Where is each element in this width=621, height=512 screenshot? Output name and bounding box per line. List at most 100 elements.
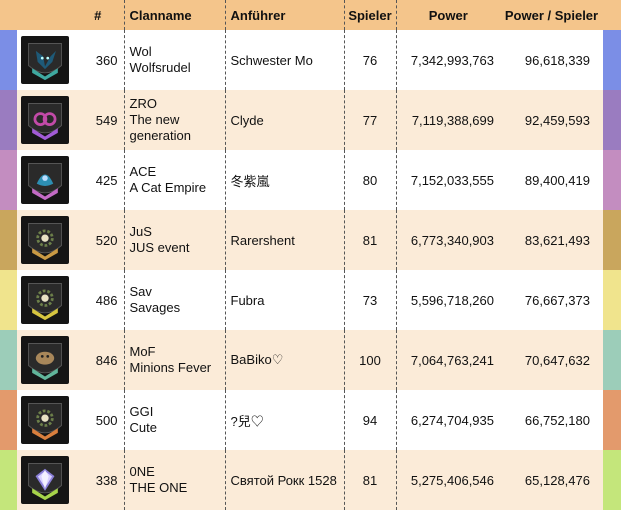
clan-emblem-cell — [17, 90, 72, 150]
header-rank[interactable]: # — [72, 0, 124, 30]
clan-leader: BaBiko♡ — [224, 330, 344, 390]
cat-emblem — [20, 156, 69, 204]
table-row[interactable]: 425 ACE A Cat Empire 冬紫嵐 80 7,152,033,555 89,4… — [0, 150, 621, 210]
row-color-stripe-right — [603, 150, 621, 210]
clan-players: 94 — [343, 390, 396, 450]
row-color-stripe-left — [0, 30, 17, 90]
row-color-stripe-left — [0, 90, 17, 150]
clan-tag: MoF — [129, 344, 156, 359]
clan-tag: ACE — [129, 164, 157, 179]
clan-leader: Святой Рокк 1528 — [224, 450, 344, 510]
clan-name-cell: Wol Wolfsrudel — [123, 30, 225, 90]
clan-leader: Rarershent — [224, 210, 344, 270]
row-color-stripe-left — [0, 270, 17, 330]
clan-name: Savages — [129, 300, 181, 315]
clan-emblem-cell — [17, 270, 72, 330]
table-row[interactable]: 520 JuS JUS event Rarershent 81 6,773,340,903… — [0, 210, 621, 270]
clan-emblem-cell — [17, 30, 72, 90]
clan-tag: JuS — [129, 224, 152, 239]
clan-power: 7,064,763,241 — [395, 330, 500, 390]
clan-name-cell: Sav Savages — [123, 270, 225, 330]
clan-name: Cute — [129, 420, 157, 435]
clan-name: The new generation — [129, 112, 191, 143]
row-color-stripe-right — [603, 330, 621, 390]
header-players[interactable]: Spieler — [343, 0, 396, 30]
gear-emblem — [20, 276, 69, 324]
clan-tag: ZRO — [129, 96, 157, 111]
clan-power: 7,342,993,763 — [395, 30, 500, 90]
clan-name: JUS event — [129, 240, 190, 255]
header-emblem — [17, 0, 72, 30]
header-power[interactable]: Power — [395, 0, 500, 30]
row-color-stripe-right — [603, 450, 621, 510]
clan-tag: GGI — [129, 404, 154, 419]
row-color-stripe-right — [603, 270, 621, 330]
clan-power-per-player: 66,752,180 — [524, 412, 590, 428]
clan-players: 73 — [343, 270, 396, 330]
row-color-stripe-right — [603, 90, 621, 150]
clan-id: 549 — [72, 90, 124, 150]
clan-name: A Cat Empire — [129, 180, 207, 195]
row-color-stripe-right — [603, 210, 621, 270]
clan-name-cell: GGI Cute — [123, 390, 225, 450]
clan-id: 360 — [95, 52, 118, 68]
clan-id: 338 — [72, 450, 124, 510]
table-row[interactable]: 360 Wol Wolfsrudel Schwester Mo 76 7,342,993,… — [0, 30, 621, 90]
clan-leader: Fubra — [224, 270, 344, 330]
clan-players: 76 — [343, 30, 396, 90]
clan-power: 7,119,388,699 — [395, 90, 500, 150]
clan-name: Wolfsrudel — [129, 60, 191, 75]
row-color-stripe-left — [0, 210, 17, 270]
gear-emblem — [20, 396, 69, 444]
clan-id: 500 — [95, 412, 118, 428]
clan-name: THE ONE — [129, 480, 188, 495]
clan-power: 5,275,406,546 — [395, 450, 500, 510]
table-row[interactable]: 500 GGI Cute ?兒♡ 94 6,274,704,935 66,752,180 — [0, 390, 621, 450]
clan-id: 846 — [72, 330, 124, 390]
clan-emblem-cell — [17, 450, 72, 510]
clan-players: 81 — [343, 210, 396, 270]
clan-players: 77 — [343, 90, 396, 150]
row-color-stripe-right — [603, 390, 621, 450]
clan-leader: Clyde — [224, 90, 344, 150]
header-power-per-player[interactable]: Power / Spieler — [500, 0, 603, 30]
row-color-stripe-left — [0, 450, 17, 510]
clan-name-cell: ZRO The new generation — [123, 90, 225, 150]
clan-emblem-cell — [17, 210, 72, 270]
clan-name-cell: MoF Minions Fever — [123, 330, 225, 390]
table-row[interactable]: 338 0NE THE ONE Святой Рокк 1528 81 5,275,406… — [0, 450, 621, 510]
clan-id: 486 — [95, 292, 118, 308]
clan-tag: 0NE — [129, 464, 155, 479]
clan-power: 5,596,718,260 — [395, 270, 500, 330]
clan-power-per-player: 92,459,593 — [500, 90, 603, 150]
clan-name-cell: 0NE THE ONE — [123, 450, 225, 510]
clan-power-per-player: 83,621,493 — [500, 210, 603, 270]
clan-tag: Sav — [129, 284, 152, 299]
header-leader[interactable]: Anführer — [224, 0, 344, 30]
table-row[interactable]: 846 MoF Minions Fever BaBiko♡ 100 7,064,763,2… — [0, 330, 621, 390]
clan-power-per-player: 96,618,339 — [524, 52, 590, 68]
beast-emblem — [20, 336, 69, 384]
clan-power-per-player: 70,647,632 — [500, 330, 603, 390]
clan-power-per-player: 89,400,419 — [524, 172, 590, 188]
clan-players: 80 — [343, 150, 396, 210]
clan-power: 6,773,340,903 — [395, 210, 500, 270]
gear-emblem — [20, 216, 69, 264]
header-stripe-right — [603, 0, 621, 30]
header-clanname[interactable]: Clanname — [123, 0, 225, 30]
diamond-emblem — [20, 456, 69, 504]
table-row[interactable]: 486 Sav Savages Fubra 73 5,596,718,260 76,667,… — [0, 270, 621, 330]
mask-emblem — [20, 96, 69, 144]
header-stripe-left — [0, 0, 17, 30]
clan-emblem-cell — [17, 390, 72, 450]
table-row[interactable]: 549 ZRO The new generation Clyde 77 7,119,388… — [0, 90, 621, 150]
clan-emblem-cell — [17, 150, 72, 210]
clan-power-per-player: 65,128,476 — [500, 450, 603, 510]
clan-emblem-cell — [17, 330, 72, 390]
clan-leader: Schwester Mo — [224, 30, 344, 90]
clan-name-cell: JuS JUS event — [123, 210, 225, 270]
clan-players: 100 — [343, 330, 396, 390]
row-color-stripe-right — [603, 30, 621, 90]
clan-name-cell: ACE A Cat Empire — [123, 150, 225, 210]
clan-players: 81 — [343, 450, 396, 510]
